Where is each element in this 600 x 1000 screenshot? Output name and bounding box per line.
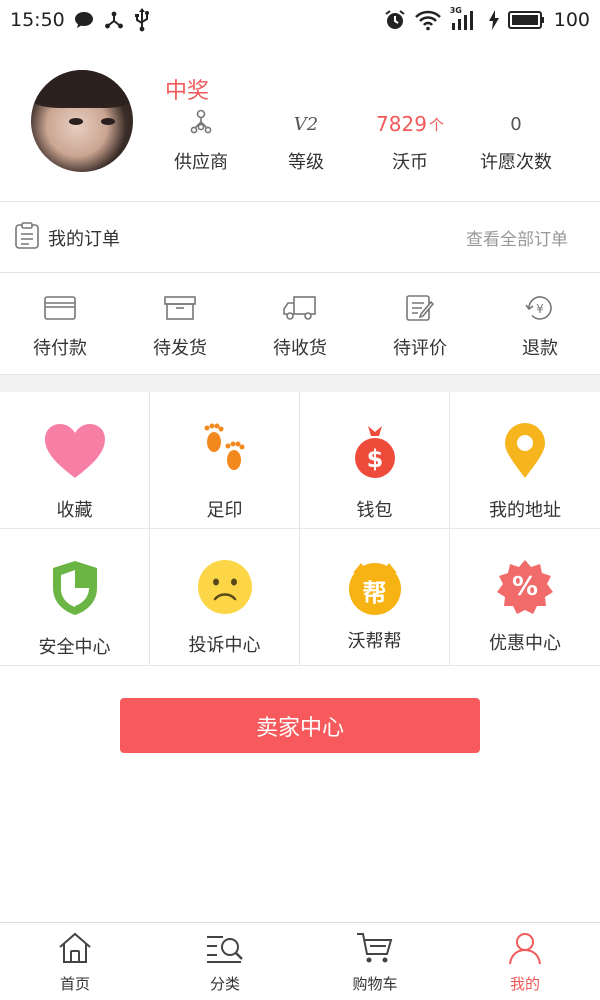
grid-item-label: 我的地址 <box>489 500 561 521</box>
sad-face-icon <box>197 559 253 619</box>
order-status-to-ship[interactable]: 待发货 <box>120 274 240 374</box>
heart-icon <box>43 422 107 484</box>
grid-item-label: 投诉中心 <box>188 635 261 656</box>
nav-mine[interactable]: 我的 <box>450 923 600 1000</box>
help-badge-icon: 帮 <box>347 559 403 615</box>
grid-item-address[interactable]: 我的地址 <box>450 392 600 529</box>
svg-text:¥: ¥ <box>536 302 544 316</box>
view-all-orders-link[interactable]: 查看全部订单 <box>466 225 568 250</box>
signal-icon: 3G <box>449 6 480 31</box>
order-status-strip: 待付款 待发货 待收货 待评价 ¥ 退款 <box>0 274 600 374</box>
card-icon <box>43 294 77 326</box>
grid-item-security[interactable]: 安全中心 <box>0 529 150 666</box>
location-pin-icon <box>502 422 548 484</box>
cart-icon <box>355 931 395 969</box>
grid-item-label: 沃帮帮 <box>347 631 402 652</box>
footprint-icon <box>201 422 249 484</box>
share-icon <box>103 9 125 31</box>
nav-cart[interactable]: 购物车 <box>300 923 450 1000</box>
order-status-label: 待收货 <box>273 338 327 359</box>
truck-icon <box>282 294 318 326</box>
level-icon: V2 <box>293 113 319 135</box>
order-list-icon <box>14 221 40 254</box>
grid-item-label: 安全中心 <box>38 637 111 658</box>
stat-wishes[interactable]: 0 许愿次数 <box>464 110 568 174</box>
grid-item-wallet[interactable]: $ 钱包 <box>300 392 450 529</box>
status-time: 15:50 <box>10 9 65 31</box>
status-bar: 15:50 3G 100 <box>0 0 600 40</box>
discount-icon: % <box>496 559 554 617</box>
my-orders-row[interactable]: 我的订单 查看全部订单 <box>0 203 600 273</box>
money-bag-icon: $ <box>351 422 399 484</box>
nav-label: 购物车 <box>352 975 398 993</box>
seller-center-button[interactable]: 卖家中心 <box>120 698 480 753</box>
refund-icon: ¥ <box>523 294 557 326</box>
username[interactable]: 中奖 <box>165 73 209 105</box>
coin-value: 7829 <box>376 112 427 136</box>
grid-item-label: 足印 <box>206 500 243 521</box>
order-status-to-review[interactable]: 待评价 <box>360 274 480 374</box>
shield-icon <box>50 559 100 621</box>
stat-level[interactable]: V2 等级 <box>254 110 358 174</box>
svg-text:$: $ <box>366 445 383 473</box>
profile-header: 中奖 供应商 V2 等级 7829 个 沃币 0 许愿次数 <box>0 40 600 202</box>
home-icon <box>57 931 93 969</box>
wish-count: 0 <box>510 113 522 135</box>
grid-item-label: 优惠中心 <box>489 633 561 654</box>
grid-item-complaints[interactable]: 投诉中心 <box>150 529 300 666</box>
charging-icon <box>488 9 500 31</box>
nav-category[interactable]: 分类 <box>150 923 300 1000</box>
section-divider <box>0 374 600 392</box>
order-status-unpaid[interactable]: 待付款 <box>0 274 120 374</box>
stat-supplier[interactable]: 供应商 <box>149 109 253 174</box>
coin-unit: 个 <box>428 115 444 134</box>
bottom-nav: 首页 分类 购物车 我的 <box>0 922 600 1000</box>
nav-home[interactable]: 首页 <box>0 923 150 1000</box>
order-status-label: 待付款 <box>33 338 87 359</box>
grid-item-wobangbang[interactable]: 帮 沃帮帮 <box>300 529 450 666</box>
alarm-icon <box>384 9 406 31</box>
box-icon <box>163 294 197 326</box>
user-icon <box>507 931 543 969</box>
help-badge-text: 帮 <box>362 579 387 607</box>
order-status-label: 待发货 <box>153 338 207 359</box>
network-type: 3G <box>449 6 462 15</box>
order-status-label: 退款 <box>522 338 558 359</box>
usb-icon <box>133 8 151 32</box>
chat-icon <box>73 10 95 30</box>
wifi-icon <box>414 9 442 31</box>
review-icon <box>403 294 437 326</box>
nav-label: 我的 <box>509 975 540 993</box>
stat-level-label: 等级 <box>288 152 324 173</box>
battery-level: 100 <box>553 9 590 31</box>
supplier-icon <box>189 109 213 140</box>
grid-item-label: 钱包 <box>356 500 393 521</box>
discount-text: % <box>511 572 539 602</box>
stat-wishes-label: 许愿次数 <box>480 152 552 173</box>
stat-coins-label: 沃币 <box>392 152 428 173</box>
grid-item-footprint[interactable]: 足印 <box>150 392 300 529</box>
category-icon <box>205 931 245 969</box>
grid-item-favorites[interactable]: 收藏 <box>0 392 150 529</box>
avatar[interactable] <box>31 70 133 172</box>
feature-grid: 收藏 足印 $ 钱包 我的地址 安全中心 投诉中心 帮 沃帮帮 % 优惠中心 <box>0 392 600 666</box>
grid-item-discount[interactable]: % 优惠中心 <box>450 529 600 666</box>
order-status-refund[interactable]: ¥ 退款 <box>480 274 600 374</box>
stat-supplier-label: 供应商 <box>174 152 228 173</box>
order-status-label: 待评价 <box>393 338 447 359</box>
order-status-to-receive[interactable]: 待收货 <box>240 274 360 374</box>
my-orders-title: 我的订单 <box>48 228 120 250</box>
grid-item-label: 收藏 <box>56 500 93 521</box>
battery-icon <box>507 10 546 30</box>
nav-label: 首页 <box>59 975 90 993</box>
stat-coins[interactable]: 7829 个 沃币 <box>358 110 462 174</box>
nav-label: 分类 <box>209 975 240 993</box>
